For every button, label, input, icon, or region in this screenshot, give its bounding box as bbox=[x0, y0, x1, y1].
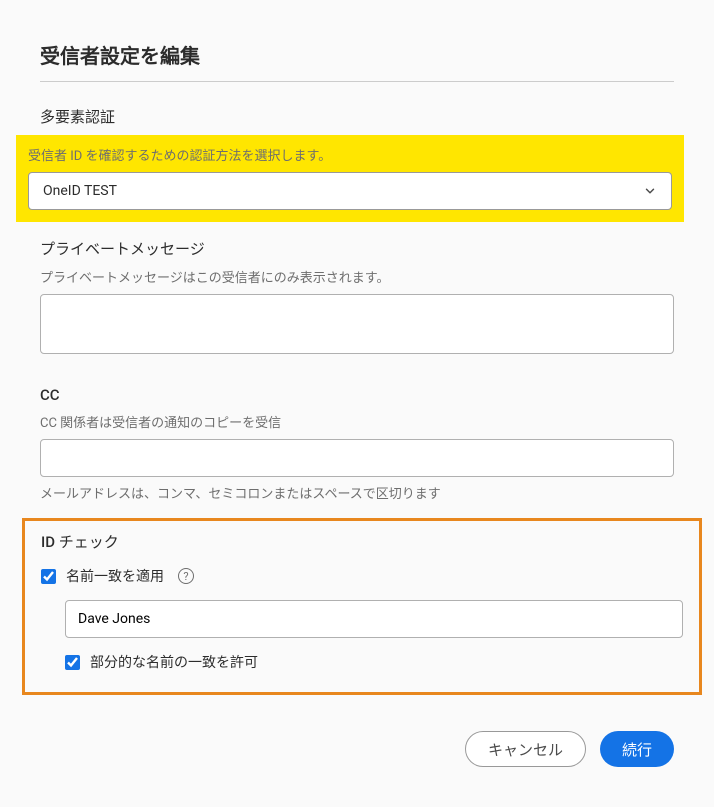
mfa-label: 多要素認証 bbox=[40, 106, 674, 127]
mfa-select-value: OneID TEST bbox=[43, 183, 643, 199]
allow-partial-checkbox[interactable] bbox=[65, 655, 80, 670]
private-message-input[interactable] bbox=[40, 294, 674, 354]
cc-section: CC CC 関係者は受信者の通知のコピーを受信 メールアドレスは、コンマ、セミコ… bbox=[40, 386, 674, 502]
apply-name-match-row: 名前一致を適用 ? bbox=[41, 566, 683, 586]
mfa-section: 多要素認証 受信者 ID を確認するための認証方法を選択します。 OneID T… bbox=[40, 106, 674, 222]
mfa-hint: 受信者 ID を確認するための認証方法を選択します。 bbox=[28, 145, 672, 164]
chevron-down-icon bbox=[643, 184, 657, 198]
name-match-input[interactable] bbox=[65, 600, 683, 638]
cc-label: CC bbox=[40, 386, 674, 404]
mfa-highlight: 受信者 ID を確認するための認証方法を選択します。 OneID TEST bbox=[16, 135, 684, 222]
cc-hint-below: メールアドレスは、コンマ、セミコロンまたはスペースで区切ります bbox=[40, 483, 674, 502]
private-message-hint: プライベートメッセージはこの受信者にのみ表示されます。 bbox=[40, 267, 674, 286]
page-title: 受信者設定を編集 bbox=[40, 40, 674, 82]
continue-button[interactable]: 続行 bbox=[600, 731, 674, 767]
cancel-button[interactable]: キャンセル bbox=[465, 731, 586, 767]
id-check-label: ID チェック bbox=[41, 531, 683, 552]
id-check-section: ID チェック 名前一致を適用 ? 部分的な名前の一致を許可 bbox=[22, 518, 702, 695]
button-row: キャンセル 続行 bbox=[40, 731, 674, 767]
apply-name-match-label: 名前一致を適用 bbox=[66, 566, 164, 586]
apply-name-match-checkbox[interactable] bbox=[41, 569, 56, 584]
private-message-label: プライベートメッセージ bbox=[40, 238, 674, 259]
allow-partial-label: 部分的な名前の一致を許可 bbox=[90, 652, 258, 672]
private-message-section: プライベートメッセージ プライベートメッセージはこの受信者にのみ表示されます。 bbox=[40, 238, 674, 370]
cc-input[interactable] bbox=[40, 439, 674, 477]
help-icon[interactable]: ? bbox=[178, 568, 194, 584]
allow-partial-row: 部分的な名前の一致を許可 bbox=[65, 652, 683, 672]
cc-hint: CC 関係者は受信者の通知のコピーを受信 bbox=[40, 412, 674, 431]
mfa-select[interactable]: OneID TEST bbox=[28, 172, 672, 210]
